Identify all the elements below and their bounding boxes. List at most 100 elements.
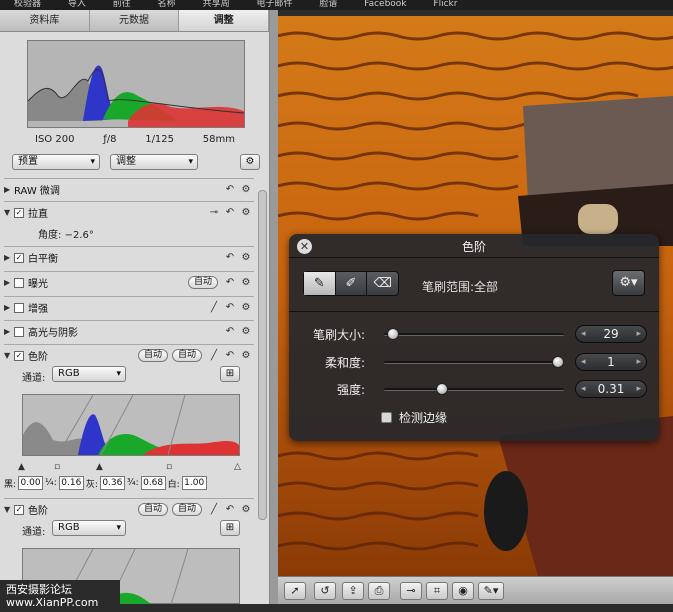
gear-icon[interactable]: ⚙: [238, 302, 254, 313]
inspector-scrollbar[interactable]: [258, 190, 267, 520]
gear-icon[interactable]: ⚙: [238, 207, 254, 218]
gear-icon[interactable]: ⚙: [238, 350, 254, 361]
white-value[interactable]: 1.00: [181, 476, 207, 490]
gear-icon[interactable]: ⚙: [240, 154, 260, 170]
undo-icon[interactable]: ↶: [222, 326, 238, 337]
strength-knob[interactable]: [436, 383, 449, 395]
crop-tool-icon[interactable]: ⌗: [426, 582, 448, 600]
menu-item[interactable]: 电子邮件: [256, 0, 292, 9]
undo-icon[interactable]: ↶: [222, 302, 238, 313]
undo-icon[interactable]: ↶: [222, 252, 238, 263]
brush-icon[interactable]: ╱: [206, 504, 222, 515]
gear-icon[interactable]: ⚙: [238, 184, 254, 195]
panel-divider[interactable]: [270, 10, 278, 604]
gear-icon[interactable]: ⚙: [238, 252, 254, 263]
detect-edges-checkbox[interactable]: [381, 412, 392, 423]
disclosure-triangle-icon[interactable]: ▶: [4, 278, 14, 287]
menu-item[interactable]: 校验器: [14, 0, 41, 9]
adjustment-checkbox[interactable]: [14, 326, 24, 337]
auto-luminance-button[interactable]: 自动: [137, 503, 168, 516]
feather-brush-icon[interactable]: ✐: [336, 272, 368, 295]
brush-size-stepper[interactable]: 29: [575, 325, 647, 343]
brush-tool-icon[interactable]: ✎▾: [478, 582, 504, 600]
softness-stepper[interactable]: 1: [575, 353, 647, 371]
undo-icon[interactable]: ↶: [222, 277, 238, 288]
adjustment-checkbox[interactable]: ✓: [14, 252, 24, 263]
menu-item[interactable]: 导入: [68, 0, 86, 9]
black-point-handle[interactable]: ▲: [18, 462, 25, 472]
softness-slider[interactable]: [384, 361, 564, 364]
lift-tool-icon[interactable]: ⇪: [342, 582, 364, 600]
quarter-tones-icon[interactable]: ⊞: [220, 366, 240, 382]
menu-item[interactable]: Flickr: [433, 0, 457, 9]
disclosure-triangle-icon[interactable]: ▼: [4, 505, 14, 514]
levels-handles[interactable]: ▲ ▫ ▲ ▫ △: [18, 462, 246, 474]
brush-icon[interactable]: ╱: [206, 350, 222, 361]
undo-icon[interactable]: ↶: [222, 184, 238, 195]
gear-icon[interactable]: ⚙: [238, 277, 254, 288]
menu-item[interactable]: 脸谱: [319, 0, 337, 9]
gear-icon[interactable]: ⚙▾: [612, 270, 645, 296]
stamp-tool-icon[interactable]: ⎙: [368, 582, 390, 600]
tab-metadata[interactable]: 元数据: [90, 10, 180, 31]
disclosure-triangle-icon[interactable]: ▶: [4, 327, 14, 336]
adjustment-checkbox[interactable]: ✓: [14, 207, 24, 218]
channel-dropdown[interactable]: RGB: [52, 366, 126, 382]
brush-icon[interactable]: ╱: [206, 302, 222, 313]
straighten-tool-icon[interactable]: ⊸: [400, 582, 422, 600]
disclosure-triangle-icon[interactable]: ▼: [4, 351, 14, 360]
brush-size-knob[interactable]: [387, 328, 400, 340]
adjustment-enhance[interactable]: ▶ 增强 ╱ ↶ ⚙: [4, 296, 254, 318]
disclosure-triangle-icon[interactable]: ▶: [4, 253, 14, 262]
undo-icon[interactable]: ↶: [222, 207, 238, 218]
eraser-icon[interactable]: ⌫: [367, 272, 398, 295]
adjustment-levels[interactable]: ▼ ✓ 色阶 自动 自动 ╱ ↶ ⚙: [4, 344, 254, 366]
quarter-tones-icon[interactable]: ⊞: [220, 520, 240, 536]
quarter-handle[interactable]: ▫: [54, 462, 60, 472]
disclosure-triangle-icon[interactable]: ▶: [4, 185, 14, 194]
auto-rgb-button[interactable]: 自动: [171, 503, 202, 516]
adjustment-highlights-shadows[interactable]: ▶ 高光与阴影 ↶ ⚙: [4, 320, 254, 342]
adjustment-raw[interactable]: ▶ RAW 微调 ↶ ⚙: [4, 178, 254, 200]
tab-adjust[interactable]: 调整: [179, 10, 269, 31]
adjustment-checkbox[interactable]: [14, 302, 24, 313]
auto-luminance-button[interactable]: 自动: [137, 349, 168, 362]
adjustment-checkbox[interactable]: ✓: [14, 350, 24, 361]
adjustment-levels-2[interactable]: ▼ ✓ 色阶 自动 自动 ╱ ↶ ⚙: [4, 498, 254, 520]
undo-icon[interactable]: ↶: [222, 350, 238, 361]
strength-stepper[interactable]: 0.31: [575, 380, 647, 398]
rotate-tool-icon[interactable]: ↺: [314, 582, 336, 600]
adjustment-white-balance[interactable]: ▶ ✓ 白平衡 ↶ ⚙: [4, 246, 254, 268]
auto-rgb-button[interactable]: 自动: [171, 349, 202, 362]
tab-library[interactable]: 资料库: [0, 10, 90, 31]
pointer-tool-icon[interactable]: ➚: [284, 582, 306, 600]
brush-size-slider[interactable]: [384, 333, 564, 336]
brush-icon[interactable]: ✎: [304, 272, 336, 295]
adjustment-checkbox[interactable]: [14, 277, 24, 288]
menu-item[interactable]: 前往: [113, 0, 131, 9]
white-point-handle[interactable]: △: [234, 462, 241, 472]
straighten-tool-icon[interactable]: ⊸: [206, 207, 222, 218]
gray-value[interactable]: 0.36: [99, 476, 125, 490]
gear-icon[interactable]: ⚙: [238, 326, 254, 337]
undo-icon[interactable]: ↶: [222, 504, 238, 515]
quarter-value[interactable]: 0.16: [58, 476, 84, 490]
menu-item[interactable]: Facebook: [364, 0, 406, 9]
menu-item[interactable]: 共享周: [203, 0, 230, 9]
menu-item[interactable]: 名称: [158, 0, 176, 9]
preset-dropdown[interactable]: 预置: [12, 154, 100, 170]
gear-icon[interactable]: ⚙: [238, 504, 254, 515]
adjustment-checkbox[interactable]: ✓: [14, 504, 24, 515]
strength-slider[interactable]: [384, 388, 564, 391]
disclosure-triangle-icon[interactable]: ▼: [4, 208, 14, 217]
red-eye-tool-icon[interactable]: ◉: [452, 582, 474, 600]
three-quarter-value[interactable]: 0.68: [140, 476, 166, 490]
disclosure-triangle-icon[interactable]: ▶: [4, 303, 14, 312]
three-quarter-handle[interactable]: ▫: [166, 462, 172, 472]
adjustment-straighten[interactable]: ▼ ✓ 拉直 ⊸ ↶ ⚙: [4, 201, 254, 223]
black-value[interactable]: 0.00: [18, 476, 44, 490]
gray-point-handle[interactable]: ▲: [96, 462, 103, 472]
softness-knob[interactable]: [552, 356, 564, 368]
auto-button[interactable]: 自动: [187, 276, 218, 289]
adjustment-exposure[interactable]: ▶ 曝光 自动 ↶ ⚙: [4, 271, 254, 293]
